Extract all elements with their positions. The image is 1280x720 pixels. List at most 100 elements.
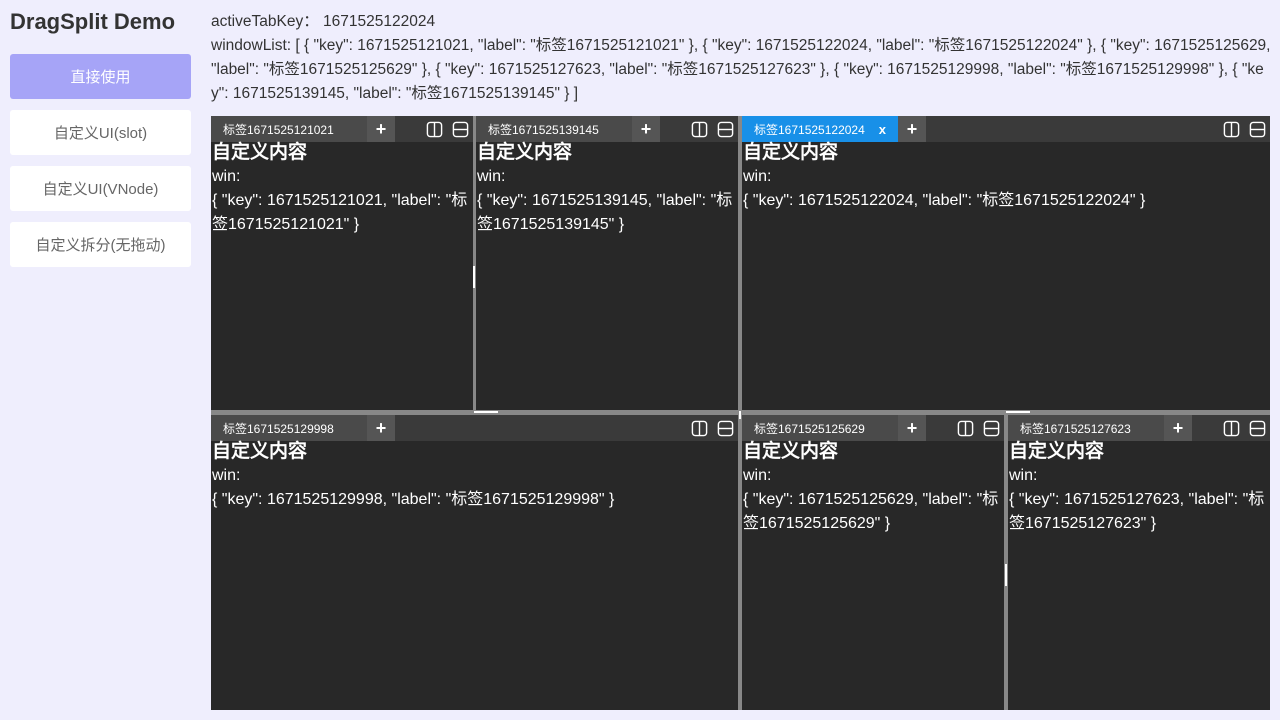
split-pane: 标签1671525125629 + 自定义内容 win: { "key": 16…	[742, 415, 1004, 710]
pane-content: 自定义内容 win: { "key": 1671525129998, "labe…	[211, 441, 738, 710]
pane-content: 自定义内容 win: { "key": 1671525139145, "labe…	[476, 142, 738, 410]
tab-bar-spacer	[926, 116, 1218, 142]
tab-bar-spacer	[926, 415, 952, 441]
vertical-resize-handle[interactable]	[739, 411, 741, 419]
tab-label: 标签1671525122024	[754, 122, 865, 137]
app-root: DragSplit Demo 直接使用 自定义UI(slot) 自定义UI(VN…	[0, 0, 1280, 720]
menu-item-custom-ui-vnode[interactable]: 自定义UI(VNode)	[10, 166, 191, 211]
content-heading: 自定义内容	[477, 142, 573, 163]
menu-item-custom-ui-slot[interactable]: 自定义UI(slot)	[10, 110, 191, 155]
split-vertical-button[interactable]	[686, 415, 712, 441]
split-horizontal-button[interactable]	[712, 415, 738, 441]
tab-bar: 标签1671525127623 +	[1008, 415, 1270, 441]
split-horizontal-button[interactable]	[1244, 415, 1270, 441]
add-tab-button[interactable]: +	[1164, 415, 1192, 441]
pane-content: 自定义内容 win: { "key": 1671525127623, "labe…	[1008, 441, 1270, 710]
window-tab[interactable]: 标签1671525121021	[211, 116, 367, 142]
pane-content: 自定义内容 win: { "key": 1671525125629, "labe…	[742, 441, 1004, 710]
tab-bar-spacer	[395, 415, 686, 441]
tab-label: 标签1671525121021	[223, 122, 334, 137]
sidebar: DragSplit Demo 直接使用 自定义UI(slot) 自定义UI(VN…	[0, 0, 200, 720]
add-tab-button[interactable]: +	[632, 116, 660, 142]
split-vertical-button[interactable]	[1218, 415, 1244, 441]
vertical-resize-handle[interactable]	[473, 266, 475, 288]
split-vertical-icon	[1223, 121, 1239, 137]
win-label: win:	[743, 168, 772, 185]
split-vertical-button[interactable]	[421, 116, 447, 142]
add-tab-button[interactable]: +	[898, 116, 926, 142]
win-label: win:	[1009, 467, 1038, 484]
win-label: win:	[743, 467, 772, 484]
split-pane: 标签1671525127623 + 自定义内容 win: { "key": 16…	[1008, 415, 1270, 710]
split-horizontal-button[interactable]	[978, 415, 1004, 441]
window-list-text: windowList: [ { "key": 1671525121021, "l…	[211, 37, 1271, 102]
tab-label: 标签1671525127623	[1020, 421, 1131, 436]
add-tab-button[interactable]: +	[898, 415, 926, 441]
app-title: DragSplit Demo	[10, 9, 176, 34]
tab-label: 标签1671525139145	[488, 122, 599, 137]
split-pane: 标签1671525121021 + 自定义内容 win: { "key": 16…	[211, 116, 473, 410]
tab-bar-spacer	[395, 116, 421, 142]
win-json: { "key": 1671525127623, "label": "标签1671…	[1009, 491, 1265, 532]
split-pane: 标签1671525122024 x + 自定义内容 win: { "key": …	[742, 116, 1270, 410]
content-heading: 自定义内容	[743, 441, 839, 462]
window-tab-active[interactable]: 标签1671525122024 x	[742, 116, 898, 142]
win-json: { "key": 1671525122024, "label": "标签1671…	[743, 192, 1146, 209]
win-json: { "key": 1671525121021, "label": "标签1671…	[212, 192, 468, 233]
tab-bar: 标签1671525139145 +	[476, 116, 738, 142]
win-json: { "key": 1671525125629, "label": "标签1671…	[743, 491, 999, 532]
tab-close-button[interactable]: x	[879, 122, 886, 137]
split-horizontal-icon	[452, 121, 468, 137]
pane-content: 自定义内容 win: { "key": 1671525121021, "labe…	[211, 142, 473, 410]
win-json: { "key": 1671525129998, "label": "标签1671…	[212, 491, 615, 508]
split-vertical-icon	[1223, 420, 1239, 436]
state-info: activeTabKey： 1671525122024 windowList: …	[211, 10, 1271, 106]
split-vertical-icon	[691, 420, 707, 436]
menu-item-direct-use[interactable]: 直接使用	[10, 54, 191, 99]
split-horizontal-icon	[1249, 420, 1265, 436]
tab-bar-spacer	[660, 116, 686, 142]
tab-bar: 标签1671525122024 x +	[742, 116, 1270, 142]
split-vertical-button[interactable]	[1218, 116, 1244, 142]
split-pane: 标签1671525139145 + 自定义内容 win: { "key": 16…	[476, 116, 738, 410]
split-horizontal-button[interactable]	[712, 116, 738, 142]
add-tab-button[interactable]: +	[367, 116, 395, 142]
tab-label: 标签1671525125629	[754, 421, 865, 436]
window-tab[interactable]: 标签1671525125629	[742, 415, 898, 441]
window-tab[interactable]: 标签1671525139145	[476, 116, 632, 142]
split-pane: 标签1671525129998 + 自定义内容 win: { "key": 16…	[211, 415, 738, 710]
split-horizontal-button[interactable]	[1244, 116, 1270, 142]
active-tab-key-text: activeTabKey： 1671525122024	[211, 13, 436, 30]
vertical-resize-handle[interactable]	[1005, 564, 1007, 586]
tab-bar: 标签1671525121021 +	[211, 116, 473, 142]
content-heading: 自定义内容	[212, 441, 308, 462]
horizontal-resize-handle[interactable]	[1006, 411, 1030, 413]
add-tab-button[interactable]: +	[367, 415, 395, 441]
tab-bar-spacer	[1192, 415, 1218, 441]
split-vertical-button[interactable]	[686, 116, 712, 142]
tab-bar: 标签1671525125629 +	[742, 415, 1004, 441]
window-tab[interactable]: 标签1671525129998	[211, 415, 367, 441]
content-heading: 自定义内容	[212, 142, 308, 163]
split-horizontal-icon	[1249, 121, 1265, 137]
win-label: win:	[212, 467, 241, 484]
content-heading: 自定义内容	[1009, 441, 1105, 462]
tab-bar: 标签1671525129998 +	[211, 415, 738, 441]
window-tab[interactable]: 标签1671525127623	[1008, 415, 1164, 441]
pane-content: 自定义内容 win: { "key": 1671525122024, "labe…	[742, 142, 1270, 410]
win-label: win:	[212, 168, 241, 185]
menu-item-custom-split-nodrag[interactable]: 自定义拆分(无拖动)	[10, 222, 191, 267]
split-container: 标签1671525121021 + 自定义内容 win: { "key": 16…	[211, 116, 1270, 710]
content-heading: 自定义内容	[743, 142, 839, 163]
split-horizontal-button[interactable]	[447, 116, 473, 142]
horizontal-resize-handle[interactable]	[474, 411, 498, 413]
tab-label: 标签1671525129998	[223, 421, 334, 436]
split-horizontal-icon	[717, 420, 733, 436]
split-vertical-icon	[426, 121, 442, 137]
split-horizontal-icon	[717, 121, 733, 137]
win-json: { "key": 1671525139145, "label": "标签1671…	[477, 192, 733, 233]
split-vertical-button[interactable]	[952, 415, 978, 441]
split-horizontal-icon	[983, 420, 999, 436]
split-vertical-icon	[957, 420, 973, 436]
win-label: win:	[477, 168, 506, 185]
